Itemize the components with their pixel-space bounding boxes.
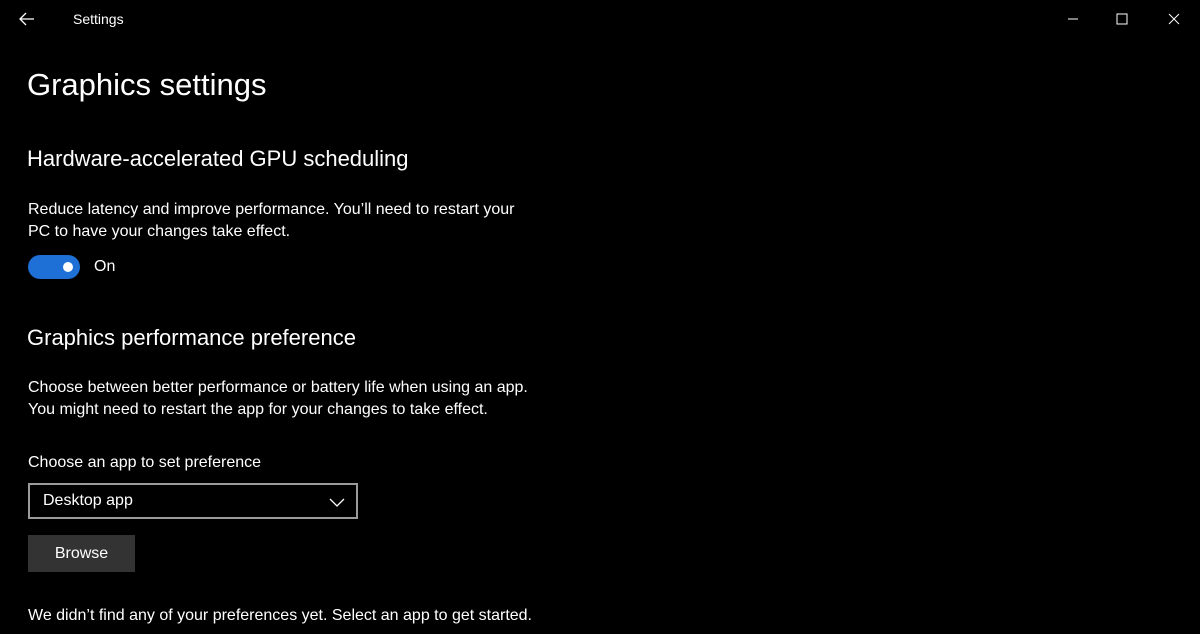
gpu-scheduling-toggle-row: On [28,254,115,280]
performance-preference-description-line-2: You might need to restart the app for yo… [28,401,488,418]
settings-window: Settings Graphics settings Hardware-acce… [0,0,1200,634]
chevron-down-icon [329,498,345,507]
back-arrow-icon [19,12,34,26]
empty-preferences-message: We didn’t find any of your preferences y… [28,607,532,624]
performance-preference-description-line-1: Choose between better performance or bat… [28,379,528,396]
gpu-scheduling-description-line-2: PC to have your changes take effect. [28,223,291,240]
toggle-knob [63,262,73,272]
minimize-icon [1068,18,1078,20]
minimize-button[interactable] [1050,0,1096,38]
page-title: Graphics settings [27,67,267,102]
gpu-scheduling-toggle[interactable] [28,255,80,279]
title-bar: Settings [0,0,1200,38]
app-type-dropdown[interactable]: Desktop app [28,483,358,519]
gpu-scheduling-description-line-1: Reduce latency and improve performance. … [28,201,515,218]
browse-button[interactable]: Browse [28,535,135,572]
close-icon [1168,13,1180,25]
maximize-button[interactable] [1099,0,1145,38]
performance-preference-heading: Graphics performance preference [27,325,356,350]
maximize-icon [1116,13,1128,25]
app-type-selected-value: Desktop app [43,492,133,509]
close-button[interactable] [1151,0,1197,38]
toggle-state-label: On [94,258,116,275]
performance-preference-description: Choose between better performance or bat… [28,377,568,421]
gpu-scheduling-heading: Hardware-accelerated GPU scheduling [27,146,409,171]
gpu-scheduling-description: Reduce latency and improve performance. … [28,199,548,243]
app-title: Settings [73,11,124,27]
choose-app-label: Choose an app to set preference [28,454,262,471]
back-button[interactable] [10,4,44,34]
